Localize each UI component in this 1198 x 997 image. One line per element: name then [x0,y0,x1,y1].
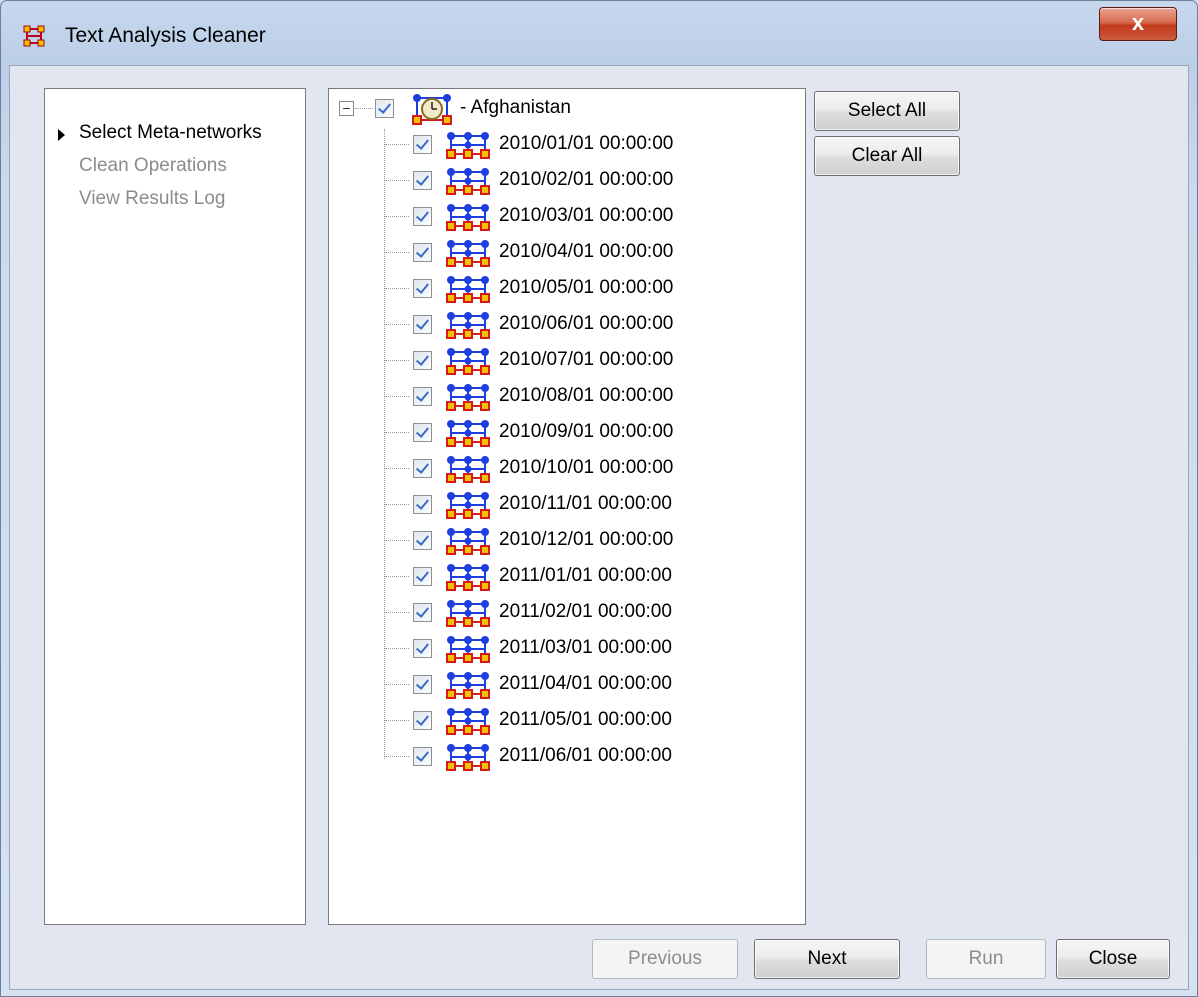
meta-network-icon [446,311,490,339]
tree-connector [385,324,409,325]
tree-connector [385,144,409,145]
root-checkbox[interactable] [375,99,394,118]
meta-network-icon [446,275,490,303]
meta-network-icon [446,563,490,591]
wizard-steps-panel: Select Meta-networks Clean Operations Vi… [44,88,306,925]
meta-network-label[interactable]: 2010/06/01 00:00:00 [499,313,673,335]
tree-connector [385,648,409,649]
meta-network-label[interactable]: 2010/11/01 00:00:00 [499,493,672,515]
app-network-icon [23,25,45,47]
meta-network-label[interactable]: 2011/01/01 00:00:00 [499,565,672,587]
tree-connector [385,288,409,289]
meta-network-label[interactable]: 2010/08/01 00:00:00 [499,385,673,407]
root-label[interactable]: - Afghanistan [460,97,571,119]
meta-network-icon [446,707,490,735]
tree-connector [385,180,409,181]
meta-network-checkbox[interactable] [413,495,432,514]
tree-connector [385,252,409,253]
tree-connector [385,504,409,505]
meta-network-label[interactable]: 2010/09/01 00:00:00 [499,421,673,443]
meta-network-checkbox[interactable] [413,207,432,226]
meta-network-icon [446,599,490,627]
tree-connector [385,612,409,613]
current-step-arrow-icon [58,129,65,141]
meta-network-checkbox[interactable] [413,747,432,766]
tree-connector [355,108,373,109]
select-all-button[interactable]: Select All [814,91,960,131]
meta-network-checkbox[interactable] [413,279,432,298]
meta-network-label[interactable]: 2011/03/01 00:00:00 [499,637,672,659]
close-button[interactable]: Close [1056,939,1170,979]
meta-network-clock-icon [412,94,452,125]
meta-network-checkbox[interactable] [413,531,432,550]
next-button[interactable]: Next [754,939,900,979]
meta-network-checkbox[interactable] [413,423,432,442]
meta-network-label[interactable]: 2011/05/01 00:00:00 [499,709,672,731]
tree-connector [385,576,409,577]
meta-network-label[interactable]: 2011/04/01 00:00:00 [499,673,672,695]
meta-network-checkbox[interactable] [413,459,432,478]
tree-connector [384,129,385,759]
step-select-meta-networks[interactable]: Select Meta-networks [79,122,262,144]
run-button[interactable]: Run [926,939,1046,979]
dialog-body: Select Meta-networks Clean Operations Vi… [9,65,1189,990]
tree-connector [385,684,409,685]
meta-network-checkbox[interactable] [413,675,432,694]
meta-network-icon [446,743,490,771]
tree-connector [385,360,409,361]
tree-connector [385,540,409,541]
meta-network-icon [446,131,490,159]
meta-network-tree: - Afghanistan 2010/01/01 00:00:00 2010/02… [328,88,806,925]
tree-connector [385,216,409,217]
meta-network-checkbox[interactable] [413,639,432,658]
tree-collapse-toggle[interactable] [339,101,354,116]
tree-connector [385,396,409,397]
meta-network-checkbox[interactable] [413,603,432,622]
meta-network-checkbox[interactable] [413,315,432,334]
window-title: Text Analysis Cleaner [65,24,266,47]
meta-network-icon [446,455,490,483]
meta-network-label[interactable]: 2010/02/01 00:00:00 [499,169,673,191]
step-clean-operations: Clean Operations [79,155,227,176]
meta-network-icon [446,671,490,699]
meta-network-checkbox[interactable] [413,243,432,262]
clear-all-button[interactable]: Clear All [814,136,960,176]
meta-network-checkbox[interactable] [413,567,432,586]
meta-network-checkbox[interactable] [413,711,432,730]
step-view-results-log: View Results Log [79,188,226,209]
tree-connector [385,720,409,721]
tree-connector [385,432,409,433]
meta-network-icon [446,419,490,447]
meta-network-checkbox[interactable] [413,135,432,154]
meta-network-label[interactable]: 2011/02/01 00:00:00 [499,601,672,623]
meta-network-label[interactable]: 2010/05/01 00:00:00 [499,277,673,299]
meta-network-label[interactable]: 2010/12/01 00:00:00 [499,529,673,551]
meta-network-icon [446,239,490,267]
meta-network-icon [446,347,490,375]
meta-network-checkbox[interactable] [413,351,432,370]
meta-network-checkbox[interactable] [413,387,432,406]
tree-connector [385,468,409,469]
meta-network-icon [446,203,490,231]
meta-network-icon [446,167,490,195]
meta-network-icon [446,527,490,555]
meta-network-label[interactable]: 2011/06/01 00:00:00 [499,745,672,767]
tree-connector [385,756,409,757]
meta-network-label[interactable]: 2010/04/01 00:00:00 [499,241,673,263]
close-icon: x [1131,10,1145,35]
dialog-window: Text Analysis Cleaner x Select Meta-netw… [0,0,1198,997]
title-bar: Text Analysis Cleaner x [1,1,1197,65]
previous-button[interactable]: Previous [592,939,738,979]
meta-network-label[interactable]: 2010/03/01 00:00:00 [499,205,673,227]
meta-network-label[interactable]: 2010/10/01 00:00:00 [499,457,673,479]
meta-network-label[interactable]: 2010/07/01 00:00:00 [499,349,673,371]
meta-network-icon [446,635,490,663]
meta-network-icon [446,491,490,519]
window-close-button[interactable]: x [1099,7,1177,41]
meta-network-checkbox[interactable] [413,171,432,190]
meta-network-label[interactable]: 2010/01/01 00:00:00 [499,133,673,155]
meta-network-icon [446,383,490,411]
